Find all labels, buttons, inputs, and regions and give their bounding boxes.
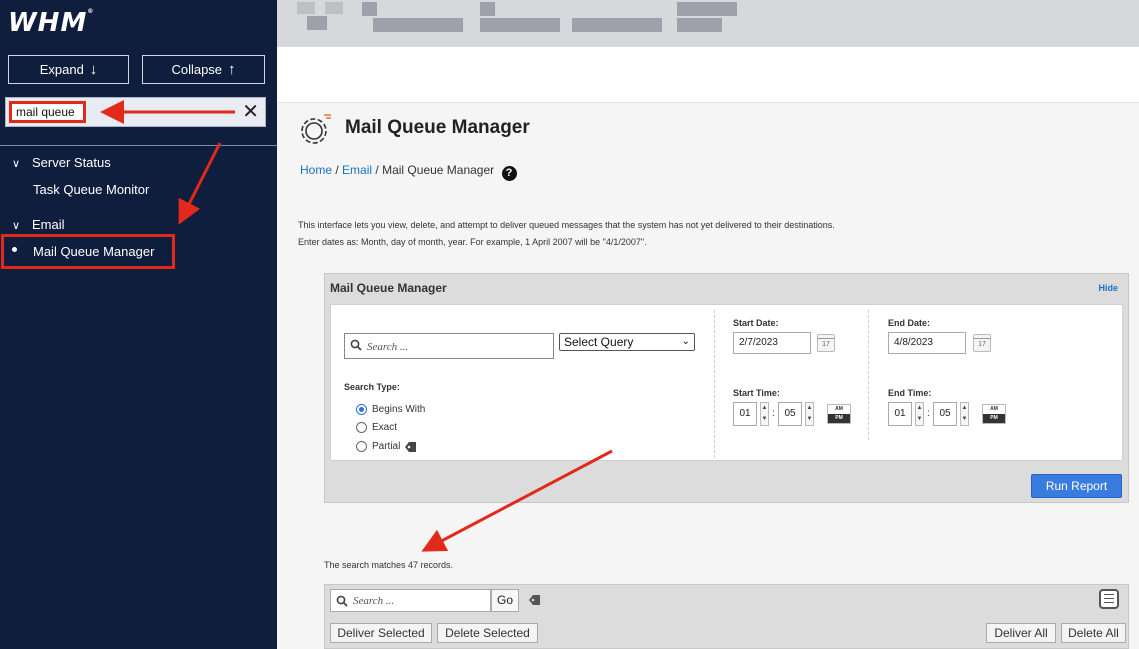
arrow-down-icon: ↓: [89, 61, 98, 78]
end-date-input[interactable]: 4/8/2023: [888, 332, 966, 354]
deliver-all-button[interactable]: Deliver All: [986, 623, 1056, 643]
divider: [0, 145, 277, 146]
calendar-icon[interactable]: 17: [973, 334, 991, 352]
ampm-toggle[interactable]: AM PM: [827, 404, 851, 424]
deliver-selected-button[interactable]: Deliver Selected: [330, 623, 432, 643]
panel-title: Mail Queue Manager: [330, 281, 447, 295]
divider: [714, 310, 715, 458]
run-report-button[interactable]: Run Report: [1031, 474, 1122, 498]
go-button[interactable]: Go: [491, 589, 519, 612]
tag-icon[interactable]: [529, 595, 540, 605]
results-search-input[interactable]: Search ...: [330, 589, 491, 612]
breadcrumb-current: Mail Queue Manager: [382, 163, 495, 177]
whm-logo[interactable]: WHM®: [8, 8, 94, 38]
radio-selected-icon: [356, 404, 367, 415]
collapse-label: Collapse: [171, 62, 223, 77]
chevron-down-icon: ∨: [12, 220, 21, 232]
start-date-input[interactable]: 2/7/2023: [733, 332, 811, 354]
expand-button[interactable]: Expand ↓: [8, 55, 129, 84]
search-icon: [350, 339, 362, 351]
radio-icon: [356, 441, 367, 452]
help-icon[interactable]: ?: [501, 166, 517, 181]
end-hour-input[interactable]: 01: [888, 402, 912, 426]
radio-icon: [356, 422, 367, 433]
blurred-text: [362, 2, 377, 16]
search-type-label: Search Type:: [344, 382, 400, 392]
radio-exact[interactable]: Exact: [356, 422, 397, 433]
end-date-label: End Date:: [888, 318, 931, 328]
start-date-label: Start Date:: [733, 318, 779, 328]
bullet-icon: [12, 247, 17, 252]
minute-stepper[interactable]: ▲ ▼: [960, 402, 969, 426]
header-bar: [277, 47, 1139, 103]
sidebar-item-mail-queue-manager[interactable]: Mail Queue Manager: [33, 244, 154, 259]
select-query-dropdown[interactable]: Select Query ⌄: [559, 333, 695, 351]
breadcrumb: Home / Email / Mail Queue Manager ?: [300, 163, 517, 181]
end-minute-input[interactable]: 05: [933, 402, 957, 426]
chevron-down-icon: ∨: [12, 158, 21, 170]
calendar-icon[interactable]: 17: [817, 334, 835, 352]
blurred-text: [297, 2, 315, 14]
delete-selected-button[interactable]: Delete Selected: [437, 623, 538, 643]
expand-label: Expand: [39, 62, 84, 77]
minute-stepper[interactable]: ▲ ▼: [805, 402, 814, 426]
delete-all-button[interactable]: Delete All: [1061, 623, 1126, 643]
breadcrumb-email-link[interactable]: Email: [342, 163, 372, 177]
search-value: mail queue: [9, 101, 86, 123]
blurred-text: [572, 18, 662, 32]
date-format-hint: Enter dates as: Month, day of month, yea…: [298, 237, 647, 247]
collapse-button[interactable]: Collapse ↑: [142, 55, 265, 84]
tag-icon[interactable]: [405, 441, 417, 452]
gear-icon: [301, 114, 331, 144]
time-separator: :: [772, 408, 775, 419]
search-input[interactable]: Search ...: [344, 333, 554, 359]
radio-begins-with[interactable]: Begins With: [356, 404, 425, 415]
divider: [868, 310, 869, 440]
sidebar: WHM® Expand ↓ Collapse ↑ mail queue ✕ ∨ S…: [0, 0, 277, 649]
blurred-text: [677, 2, 737, 16]
page-description: This interface lets you view, delete, an…: [298, 220, 835, 230]
top-bar: [277, 0, 1139, 47]
blurred-text: [307, 16, 327, 30]
ampm-toggle[interactable]: AM PM: [982, 404, 1006, 424]
sidebar-item-task-queue-monitor[interactable]: Task Queue Monitor: [33, 182, 149, 197]
time-separator: :: [927, 408, 930, 419]
blurred-text: [325, 2, 343, 14]
hour-stepper[interactable]: ▲ ▼: [915, 402, 924, 426]
search-icon: [336, 595, 348, 607]
sidebar-section-email[interactable]: ∨ Email: [12, 217, 65, 232]
sidebar-section-server-status[interactable]: ∨ Server Status: [12, 155, 111, 170]
sidebar-search-input[interactable]: mail queue ✕: [5, 97, 266, 127]
end-time-label: End Time:: [888, 388, 932, 398]
blurred-text: [677, 18, 722, 32]
results-count: The search matches 47 records.: [324, 560, 454, 570]
arrow-up-icon: ↑: [228, 61, 236, 78]
hide-link[interactable]: Hide: [1098, 283, 1118, 293]
breadcrumb-home-link[interactable]: Home: [300, 163, 332, 177]
radio-partial[interactable]: Partial: [356, 441, 417, 452]
close-icon[interactable]: ✕: [242, 100, 259, 124]
blurred-text: [480, 2, 495, 16]
chevron-down-icon: ⌄: [681, 336, 690, 347]
panel-body: Search ... Select Query ⌄ Search Type: B…: [330, 304, 1123, 461]
start-time-label: Start Time:: [733, 388, 780, 398]
page-title: Mail Queue Manager: [345, 117, 530, 138]
blurred-text: [480, 18, 560, 32]
list-view-icon[interactable]: [1099, 589, 1119, 609]
start-minute-input[interactable]: 05: [778, 402, 802, 426]
start-hour-input[interactable]: 01: [733, 402, 757, 426]
blurred-text: [373, 18, 463, 32]
hour-stepper[interactable]: ▲ ▼: [760, 402, 769, 426]
mail-queue-panel: Mail Queue Manager Hide Search ... Selec…: [324, 273, 1129, 503]
